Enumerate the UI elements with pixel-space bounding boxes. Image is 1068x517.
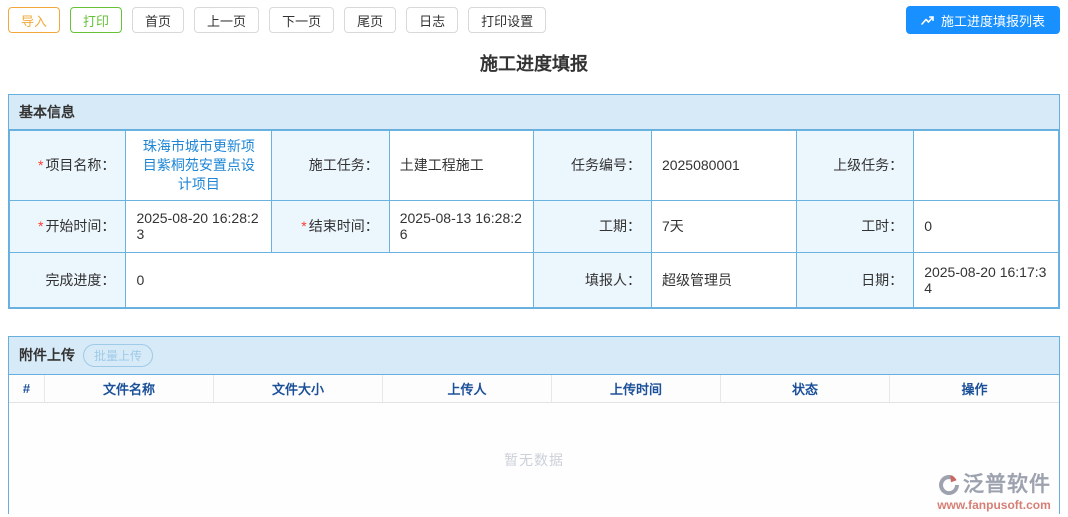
import-button[interactable]: 导入 <box>8 7 61 33</box>
col-upload-time: 上传时间 <box>552 374 721 402</box>
basic-info-title: 基本信息 <box>19 104 75 120</box>
work-hours-value-cell: 0 <box>913 199 1059 253</box>
batch-upload-button[interactable]: 批量上传 <box>83 343 154 367</box>
date-label: 日期： <box>861 271 904 288</box>
vendor-watermark: 泛普软件 www.fanpusoft.com <box>937 473 1051 511</box>
work-hours-label: 工时： <box>861 218 904 235</box>
next-page-button[interactable]: 下一页 <box>269 7 335 33</box>
date-value-cell: 2025-08-20 16:17:34 <box>913 251 1059 308</box>
task-label-cell: 施工任务： <box>271 130 390 201</box>
col-status: 状态 <box>721 374 890 402</box>
duration-label-cell: 工期： <box>533 199 652 253</box>
end-time-value-cell: 2025-08-13 16:28:26 <box>388 199 535 253</box>
required-asterisk: * <box>37 218 44 235</box>
parent-task-value-cell <box>913 130 1059 201</box>
col-actions: 操作 <box>961 381 988 397</box>
attachments-section-header: 附件上传 批量上传 <box>9 336 1059 375</box>
parent-task-label-cell: 上级任务： <box>795 130 915 201</box>
print-settings-button[interactable]: 打印设置 <box>468 7 547 33</box>
print-button[interactable]: 打印 <box>70 7 123 33</box>
end-time-label: 结束时间： <box>308 218 379 235</box>
vendor-url-text: www.fanpusoft.com <box>937 497 1051 512</box>
log-button[interactable]: 日志 <box>406 7 459 33</box>
task-label: 施工任务： <box>308 157 379 174</box>
duration-value-cell: 7天 <box>650 199 797 253</box>
prev-page-button[interactable]: 上一页 <box>194 7 260 33</box>
progress-report-list-label: 施工进度填报列表 <box>940 13 1045 29</box>
empty-state-text: 暂无数据 <box>504 451 564 468</box>
progress-report-list-button[interactable]: 施工进度填报列表 <box>905 6 1060 34</box>
vendor-brand-text: 泛普软件 <box>963 473 1051 497</box>
basic-info-section: 基本信息 * 项目名称： 珠海市城市更新项目紫桐苑安置点设计项目 施工任务： 土建… <box>8 94 1060 309</box>
start-time-label: 开始时间： <box>45 218 116 235</box>
required-asterisk: * <box>301 218 307 235</box>
attachments-section: 附件上传 批量上传 # 文件名称 文件大小 上传人 上传时间 状态 操作 暂无数… <box>8 335 1060 517</box>
project-name-value-cell: 珠海市城市更新项目紫桐苑安置点设计项目 <box>125 130 273 201</box>
date-label-cell: 日期： <box>795 251 915 308</box>
start-time-value-cell: 2025-08-20 16:28:23 <box>125 199 273 253</box>
col-uploader: 上传人 <box>383 374 552 402</box>
end-time-label-cell: * 结束时间： <box>271 199 390 253</box>
reporter-label: 填报人： <box>584 271 641 288</box>
task-no-label-cell: 任务编号： <box>533 130 652 201</box>
progress-value-cell: 0 <box>125 251 535 308</box>
task-no-label: 任务编号： <box>570 157 641 174</box>
attachments-title: 附件上传 <box>19 347 75 364</box>
task-no-value-cell: 2025080001 <box>650 130 797 201</box>
task-value-cell: 土建工程施工 <box>388 130 535 201</box>
work-hours-label-cell: 工时： <box>795 199 915 253</box>
progress-label-cell: 完成进度： <box>8 251 127 308</box>
reporter-label-cell: 填报人： <box>533 251 652 308</box>
progress-label: 完成进度： <box>45 271 116 288</box>
attachments-empty-area: 暂无数据 <box>9 402 1059 517</box>
fanpu-logo-icon <box>937 473 961 497</box>
basic-info-section-header: 基本信息 <box>9 95 1059 130</box>
trending-up-icon <box>921 14 935 26</box>
required-asterisk: * <box>37 157 44 174</box>
reporter-value-cell: 超级管理员 <box>650 251 797 308</box>
basic-info-table: * 项目名称： 珠海市城市更新项目紫桐苑安置点设计项目 施工任务： 土建工程施工 … <box>8 130 1059 308</box>
attachments-table-header: # 文件名称 文件大小 上传人 上传时间 状态 操作 <box>9 374 1059 403</box>
first-page-button[interactable]: 首页 <box>132 7 185 33</box>
parent-task-label: 上级任务： <box>833 157 904 174</box>
project-name-label-cell: * 项目名称： <box>8 130 127 201</box>
page-title: 施工进度填报 <box>480 54 588 74</box>
col-file-name: 文件名称 <box>45 374 214 402</box>
project-name-label: 项目名称： <box>45 157 116 174</box>
col-file-size: 文件大小 <box>214 374 383 402</box>
col-index: # <box>9 374 45 402</box>
project-name-link[interactable]: 珠海市城市更新项目紫桐苑安置点设计项目 <box>136 137 261 194</box>
duration-label: 工期： <box>598 218 641 235</box>
last-page-button[interactable]: 尾页 <box>344 7 397 33</box>
toolbar: 导入 打印 首页 上一页 下一页 尾页 日志 打印设置 施工进度填报列表 <box>0 0 1068 34</box>
start-time-label-cell: * 开始时间： <box>8 199 127 253</box>
